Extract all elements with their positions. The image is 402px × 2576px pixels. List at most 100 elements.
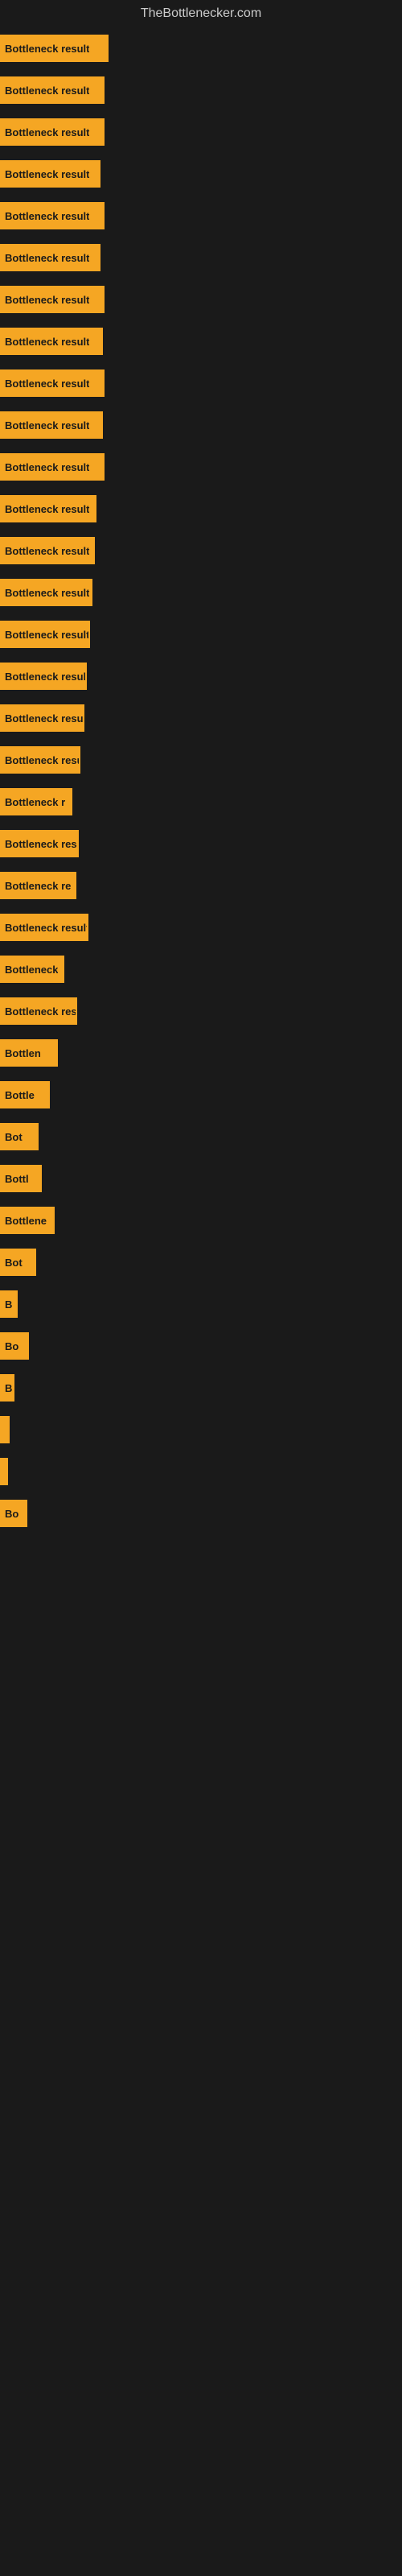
bar-item: Bottleneck result xyxy=(0,495,96,522)
list-item: Bottle xyxy=(0,1074,402,1116)
bar-label: Bottleneck result xyxy=(5,922,87,934)
list-item: Bottleneck result xyxy=(0,27,402,69)
bar-label: Bo xyxy=(5,1508,18,1520)
bar-label: Bottleneck result xyxy=(5,378,89,390)
list-item: Bottleneck resu xyxy=(0,823,402,865)
list-item xyxy=(0,1409,402,1451)
list-item: Bottleneck result xyxy=(0,488,402,530)
bar-label: Bottleneck result xyxy=(5,461,89,473)
list-item: Bottleneck result xyxy=(0,195,402,237)
bar-item: Bottleneck result xyxy=(0,537,95,564)
list-item: Bottlene xyxy=(0,1199,402,1241)
list-item: Bottleneck result xyxy=(0,530,402,572)
bar-label: Bottleneck result xyxy=(5,210,89,222)
bar-item: Bottleneck result xyxy=(0,76,105,104)
bar-item: Bot xyxy=(0,1123,39,1150)
bar-label: Bottleneck result xyxy=(5,629,88,641)
bar-item: Bottleneck result xyxy=(0,202,105,229)
bar-label: B xyxy=(5,1298,12,1311)
list-item: Bottleneck result xyxy=(0,404,402,446)
bar-item: Bottleneck result xyxy=(0,914,88,941)
list-item: Bottleneck result xyxy=(0,446,402,488)
bar-label: Bottleneck resu xyxy=(5,1005,76,1018)
bar-label: Bottleneck resu xyxy=(5,838,77,850)
bar-item xyxy=(0,1458,8,1485)
bar-item: Bo xyxy=(0,1332,29,1360)
bar-item: Bottleneck result xyxy=(0,704,84,732)
bar-label: Bottleneck result xyxy=(5,126,89,138)
bar-item: Bottleneck result xyxy=(0,328,103,355)
list-item: Bottleneck resu xyxy=(0,990,402,1032)
bar-item: Bottleneck result xyxy=(0,118,105,146)
list-item: Bottleneck result xyxy=(0,320,402,362)
bar-item: B xyxy=(0,1290,18,1318)
bar-label: Bottleneck result xyxy=(5,43,89,55)
bar-item: Bottleneck result xyxy=(0,160,100,188)
bar-label: Bottleneck result xyxy=(5,336,89,348)
bar-item: Bottleneck re xyxy=(0,872,76,899)
list-item xyxy=(0,1451,402,1492)
site-title: TheBottlenecker.com xyxy=(0,0,402,27)
list-item: Bottleneck resu xyxy=(0,739,402,781)
list-item: Bottleneck result xyxy=(0,237,402,279)
bar-label: Bo xyxy=(5,1340,18,1352)
bar-label: Bot xyxy=(5,1257,23,1269)
bar-item: Bottle xyxy=(0,1081,50,1108)
bar-label: Bottleneck result xyxy=(5,587,89,599)
bar-label: Bottleneck result xyxy=(5,85,89,97)
list-item: Bottl xyxy=(0,1158,402,1199)
bar-label: Bottleneck resu xyxy=(5,754,79,766)
bar-item: Bottleneck result xyxy=(0,663,87,690)
bar-label: Bottl xyxy=(5,1173,29,1185)
bar-item: Bottleneck r xyxy=(0,788,72,815)
list-item: Bottleneck result xyxy=(0,655,402,697)
list-item: Bottlen xyxy=(0,1032,402,1074)
bar-label: Bottle xyxy=(5,1089,35,1101)
bar-label: Bottleneck xyxy=(5,964,58,976)
bar-label: Bottleneck result xyxy=(5,545,89,557)
bar-item: B xyxy=(0,1374,14,1402)
bar-label: Bottleneck re xyxy=(5,880,71,892)
list-item: Bottleneck result xyxy=(0,572,402,613)
bar-item: Bot xyxy=(0,1249,36,1276)
bar-label: Bottleneck result xyxy=(5,671,85,683)
list-item: Bottleneck result xyxy=(0,69,402,111)
bar-item: Bottleneck result xyxy=(0,453,105,481)
bar-label: Bottleneck result xyxy=(5,168,89,180)
bar-item: Bottleneck result xyxy=(0,579,92,606)
list-item: Bottleneck result xyxy=(0,153,402,195)
bar-item: Bo xyxy=(0,1500,27,1527)
list-item: Bot xyxy=(0,1241,402,1283)
list-item: Bottleneck r xyxy=(0,781,402,823)
list-item: Bot xyxy=(0,1116,402,1158)
list-item: Bo xyxy=(0,1325,402,1367)
list-item: Bottleneck result xyxy=(0,613,402,655)
bar-item: Bottleneck result xyxy=(0,286,105,313)
bar-item: Bottleneck xyxy=(0,956,64,983)
bar-label: Bottleneck result xyxy=(5,503,89,515)
bar-item: Bottleneck result xyxy=(0,244,100,271)
list-item: Bottleneck result xyxy=(0,906,402,948)
bar-label: Bottleneck result xyxy=(5,712,83,724)
list-item: B xyxy=(0,1367,402,1409)
bar-item: Bottleneck result xyxy=(0,621,90,648)
bar-item: Bottl xyxy=(0,1165,42,1192)
bar-label: Bot xyxy=(5,1131,23,1143)
list-item: Bottleneck result xyxy=(0,111,402,153)
bar-label: Bottleneck result xyxy=(5,294,89,306)
bar-item: Bottleneck resu xyxy=(0,997,77,1025)
bar-item: Bottleneck result xyxy=(0,369,105,397)
bar-item: Bottleneck result xyxy=(0,35,109,62)
list-item: B xyxy=(0,1283,402,1325)
bar-label: Bottlene xyxy=(5,1215,47,1227)
list-item: Bottleneck result xyxy=(0,362,402,404)
bar-item xyxy=(0,1416,10,1443)
list-item: Bottleneck result xyxy=(0,697,402,739)
bar-label: Bottlen xyxy=(5,1047,41,1059)
list-item: Bottleneck result xyxy=(0,279,402,320)
bar-label: Bottleneck result xyxy=(5,419,89,431)
bar-item: Bottleneck result xyxy=(0,411,103,439)
bar-item: Bottlene xyxy=(0,1207,55,1234)
bar-label: Bottleneck r xyxy=(5,796,65,808)
bar-item: Bottlen xyxy=(0,1039,58,1067)
